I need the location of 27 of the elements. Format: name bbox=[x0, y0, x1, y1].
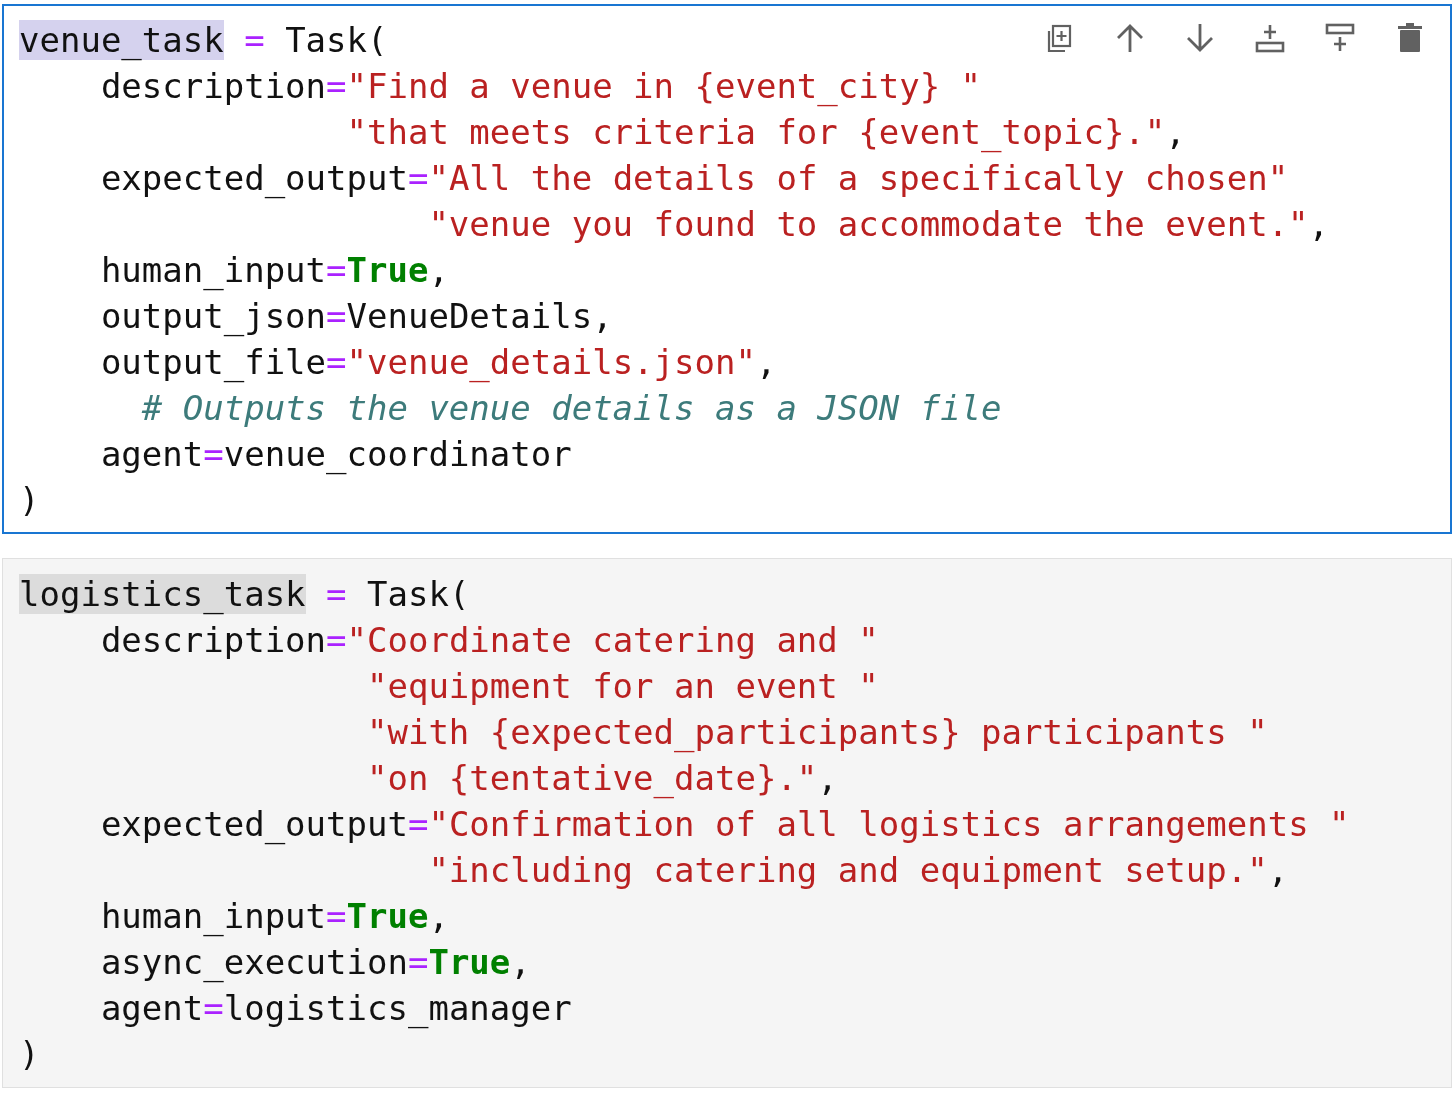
code-line: agent=logistics_manager bbox=[99, 987, 572, 1031]
arrow-down-button[interactable] bbox=[1184, 22, 1216, 54]
code-line: agent=venue_coordinator bbox=[99, 433, 572, 477]
code-line: "with {expected_participants} participants " bbox=[366, 711, 1268, 755]
code-line: "venue you found to accommodate the event.", bbox=[427, 203, 1330, 246]
insert-below-icon bbox=[1324, 22, 1356, 54]
code-line: "that meets criteria for {event_topic}.", bbox=[345, 111, 1186, 155]
insert-above-icon bbox=[1254, 22, 1286, 54]
arrow-down-icon bbox=[1184, 22, 1216, 54]
code-line: "including catering and equipment setup.", bbox=[427, 849, 1289, 892]
code-line: ) bbox=[19, 1033, 40, 1076]
code-line: output_json=VenueDetails, bbox=[99, 295, 613, 339]
code-line: human_input=True, bbox=[99, 249, 449, 293]
code-line: "on {tentative_date}.", bbox=[366, 757, 838, 801]
code-line: description="Coordinate catering and " bbox=[99, 619, 879, 662]
insert-above-button[interactable] bbox=[1254, 22, 1286, 54]
code-line: expected_output="All the details of a specifically chosen" bbox=[99, 157, 1289, 201]
code-cell[interactable] bbox=[2, 4, 1452, 534]
code-line: ) bbox=[19, 479, 40, 522]
code-line: async_execution=True, bbox=[99, 941, 531, 985]
code-line: description="Find a venue in {event_city} " bbox=[99, 65, 982, 109]
code-line: human_input=True, bbox=[99, 895, 449, 939]
insert-below-button[interactable] bbox=[1324, 22, 1356, 54]
code-line: expected_output="Confirmation of all logistics arrangements " bbox=[99, 803, 1350, 847]
code-line: # Outputs the venue details as a JSON file bbox=[140, 387, 1002, 430]
code-line: "equipment for an event " bbox=[366, 665, 879, 708]
code-line: output_file="venue_details.json", bbox=[99, 341, 777, 385]
